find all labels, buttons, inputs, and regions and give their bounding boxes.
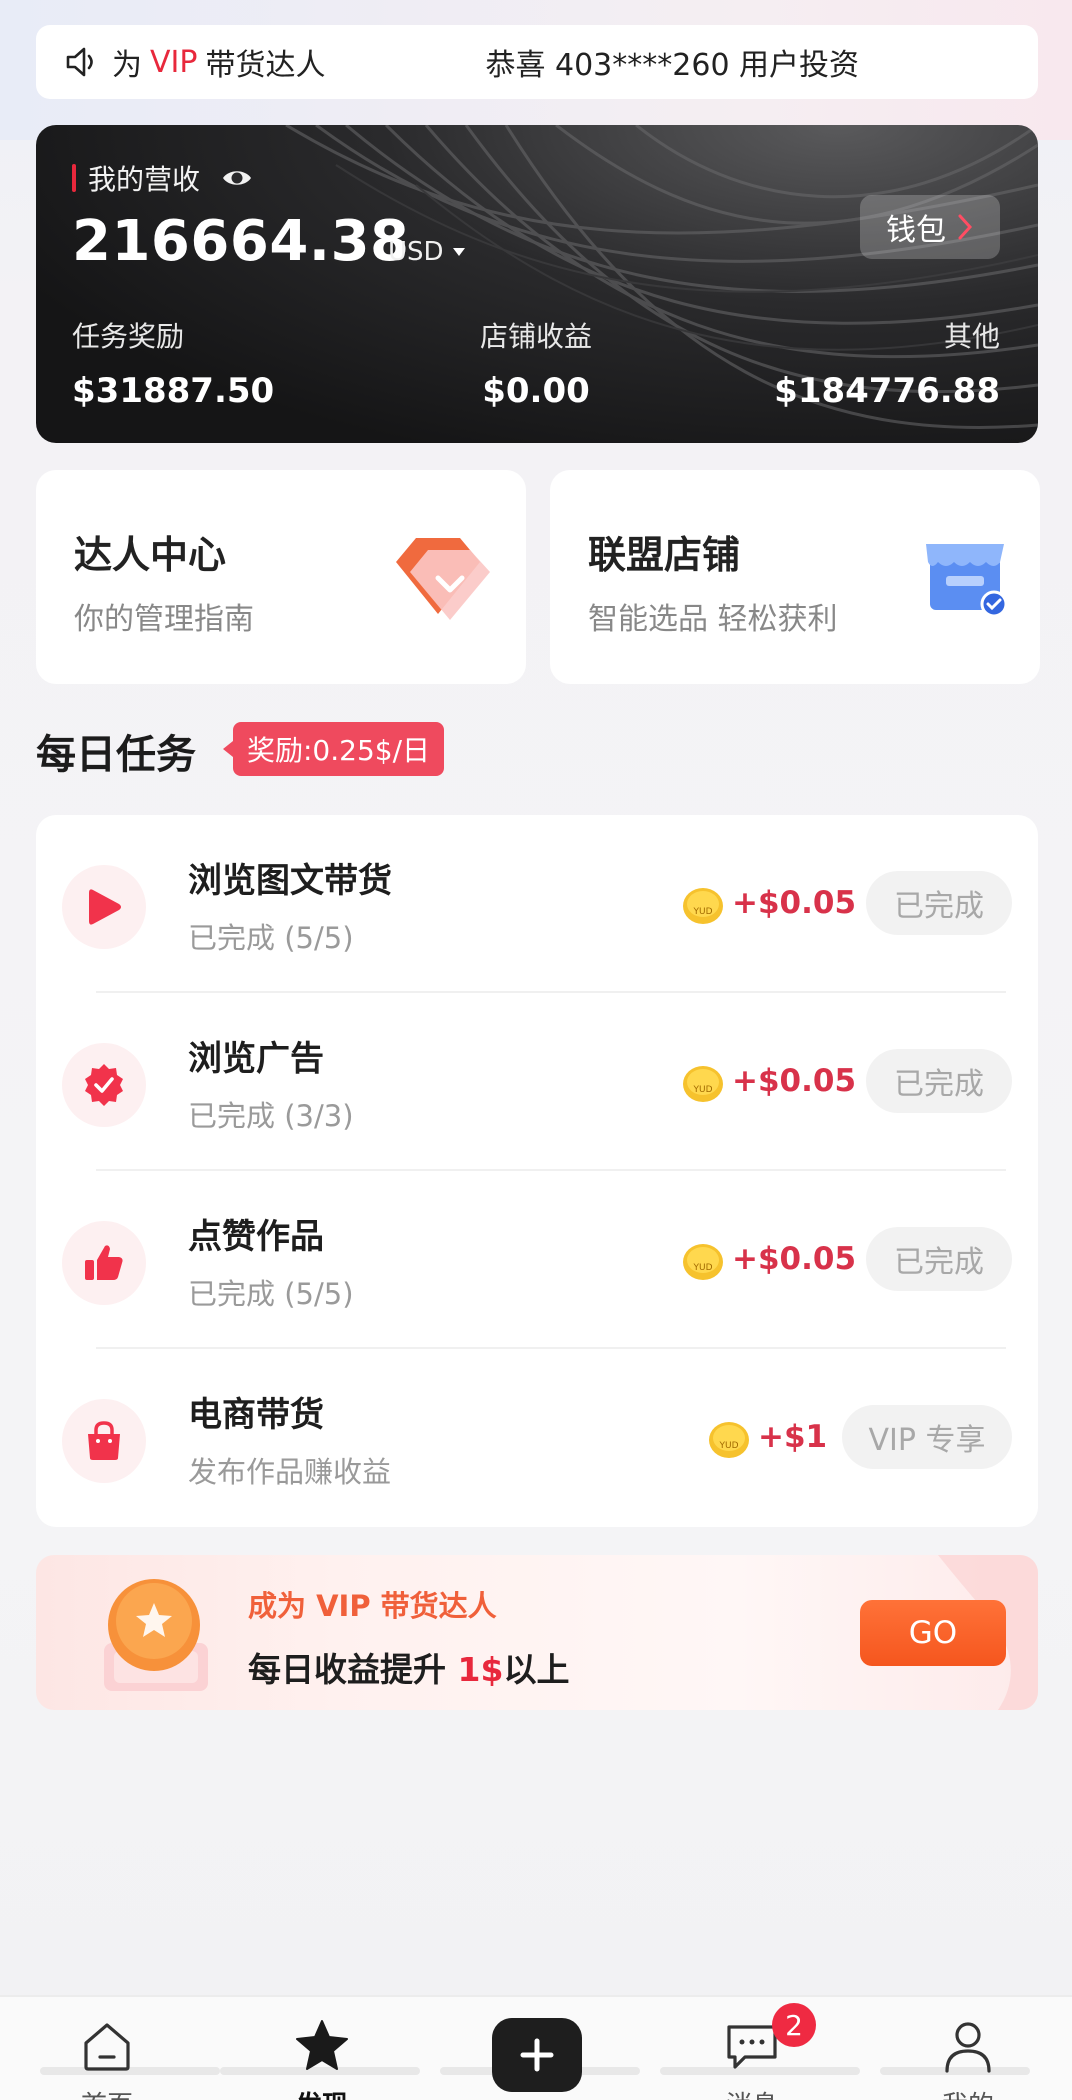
tab-discover[interactable]: 发现 [222,1997,422,2100]
vip-exclusive-button[interactable]: VIP 专享 [842,1405,1012,1469]
task-status: 已完成 (3/3) [188,1099,354,1133]
daily-reward-tag: 奖励:0.25$/日 [222,722,445,776]
eye-icon[interactable] [220,161,254,195]
task-reward: +$0.05 [732,885,857,921]
store-icon [926,544,1008,618]
completed-button[interactable]: 已完成 [866,871,1012,935]
plus-icon [520,2038,554,2072]
verified-badge-icon [62,1043,146,1127]
daily-tasks-title: 每日任务 [36,732,196,778]
task-ecommerce-selling: 电商带货 发布作品赚收益 YUD +$1 VIP 专享 [36,1349,1038,1527]
go-button[interactable]: GO [860,1600,1006,1666]
tab-profile[interactable]: 我的 [868,1997,1068,2100]
task-name: 浏览广告 [188,1039,324,1079]
create-post-button[interactable] [492,2018,582,2092]
creator-center-card[interactable]: 达人中心 你的管理指南 [36,470,526,684]
vip-promo-banner[interactable]: 成为 VIP 带货达人 每日收益提升 1$以上 GO [36,1555,1038,1710]
notice-suffix: 带货达人 [205,48,326,83]
tab-messages[interactable]: 消息 [652,1997,852,2100]
revenue-amount: 216664.38 [72,209,410,274]
creator-center-title: 达人中心 [74,533,227,577]
tab-home[interactable]: 首页 [7,1997,207,2100]
svg-text:YUD: YUD [692,907,712,917]
svg-text:YUD: YUD [692,1263,712,1273]
notice-vip: VIP [150,44,198,80]
wallet-button[interactable]: 钱包 [860,195,1000,259]
task-status: 已完成 (5/5) [188,921,354,955]
coin-icon: YUD [683,1244,723,1280]
home-icon [84,2023,130,2071]
notice-message: 恭喜 403****260 用户投资 [485,48,860,83]
revenue-card: 我的营收 216664.38 USD 钱包 任务奖励 $31887.50 店铺收… [36,125,1038,443]
other-income-stat: 其他 $184776.88 [774,320,1000,411]
notice-prefix: 为 [112,48,142,83]
task-reward: +$0.05 [732,1063,857,1099]
creator-center-subtitle: 你的管理指南 [74,602,254,637]
vip-medal-icon [104,1579,208,1691]
task-status: 已完成 (5/5) [188,1277,354,1311]
coin-icon: YUD [683,1066,723,1102]
revenue-title: 我的营收 [72,158,254,198]
alliance-store-title: 联盟店铺 [588,533,741,577]
store-income-stat: 店铺收益 $0.00 [479,320,592,411]
task-reward: +$0.05 [732,1241,857,1277]
task-name: 浏览图文带货 [188,861,392,901]
speaker-icon [66,47,93,77]
task-reward: +$1 [758,1419,828,1455]
task-name: 电商带货 [188,1395,324,1435]
svg-text:YUD: YUD [692,1085,712,1095]
chevron-right-icon [958,214,973,240]
completed-button[interactable]: 已完成 [866,1227,1012,1291]
task-like-works: 点赞作品 已完成 (5/5) YUD +$0.05 已完成 [36,1171,1038,1349]
shopping-bag-icon [62,1399,146,1483]
star-icon [296,2020,348,2070]
task-browse-posts: 浏览图文带货 已完成 (5/5) YUD +$0.05 已完成 [36,815,1038,993]
task-reward-stat: 任务奖励 $31887.50 [72,320,275,411]
announcement-bar[interactable]: 为 VIP 带货达人 恭喜 403****260 用户投资 [36,25,1038,99]
user-icon [945,2022,991,2073]
vip-banner-subtitle: 每日收益提升 1$以上 [248,1650,570,1689]
coin-icon: YUD [709,1422,749,1458]
bottom-tab-bar: 首页 发现 消息 我的 [0,1995,1072,2100]
vip-banner-title: 成为 VIP 带货达人 [248,1589,497,1623]
task-status: 发布作品赚收益 [188,1455,392,1489]
play-icon [62,865,146,949]
message-count-badge: 2 [772,2003,816,2047]
diamond-icon [396,538,490,620]
currency-selector[interactable]: USD [388,237,466,267]
task-list: 浏览图文带货 已完成 (5/5) YUD +$0.05 已完成 浏览广告 已完成… [36,815,1038,1527]
task-name: 点赞作品 [188,1217,324,1257]
alliance-store-card[interactable]: 联盟店铺 智能选品 轻松获利 [550,470,1040,684]
svg-text:YUD: YUD [718,1441,738,1451]
thumbs-up-icon [62,1221,146,1305]
completed-button[interactable]: 已完成 [866,1049,1012,1113]
alliance-store-subtitle: 智能选品 轻松获利 [588,602,838,637]
caret-down-icon [452,248,465,256]
task-browse-ads: 浏览广告 已完成 (3/3) YUD +$0.05 已完成 [36,993,1038,1171]
coin-icon: YUD [683,888,723,924]
